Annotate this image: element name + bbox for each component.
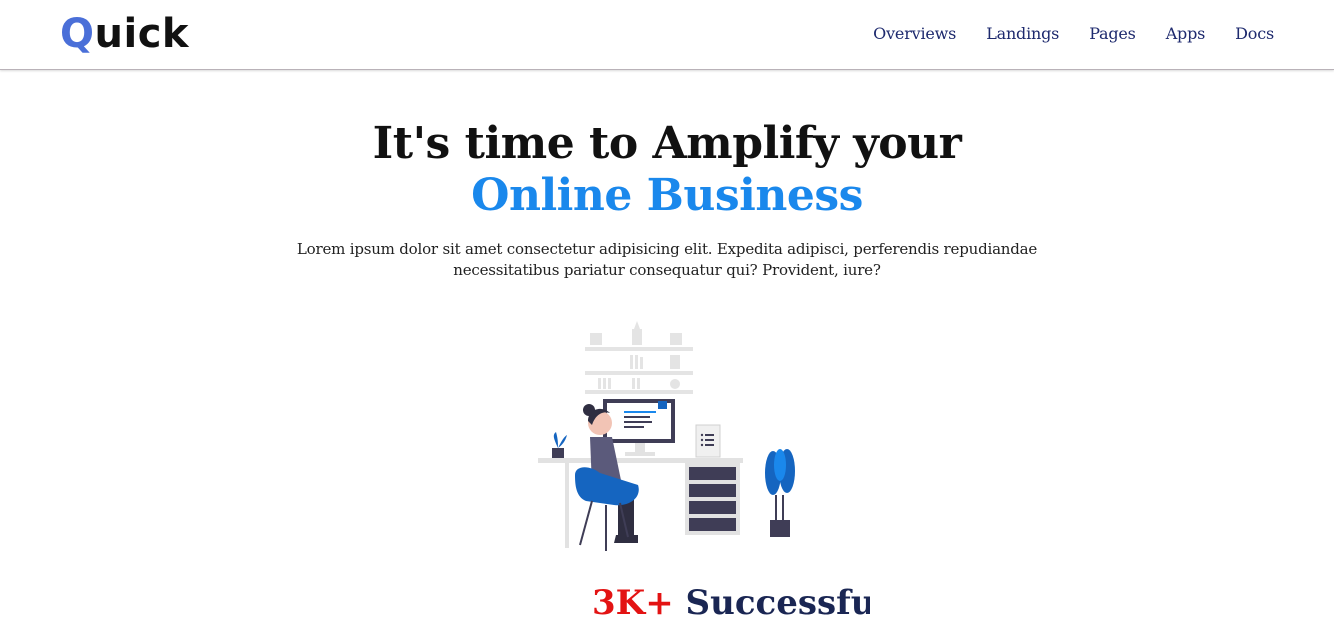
brand-logo-initial: Q (60, 11, 95, 57)
hero-title: It's time to Amplify your Online Busines… (0, 118, 1334, 222)
stats-number: 3K+ (592, 583, 674, 623)
nav-link-pages[interactable]: Pages (1089, 22, 1136, 46)
nav-link-overviews[interactable]: Overviews (873, 22, 956, 46)
hero-title-line1: It's time to Amplify your (372, 118, 962, 169)
hero-description: Lorem ipsum dolor sit amet consectetur a… (296, 240, 1038, 279)
person-working-at-desk-illustration (530, 315, 810, 560)
hero-title-accent: Online Business (471, 170, 863, 221)
nav-links: Overviews Landings Pages Apps Docs (873, 22, 1274, 46)
brand-logo-rest: uick (94, 11, 190, 57)
nav-link-docs[interactable]: Docs (1235, 22, 1274, 46)
navbar: Quick Overviews Landings Pages Apps Docs (0, 0, 1334, 70)
stats-label: Successfully (685, 583, 870, 623)
nav-link-apps[interactable]: Apps (1166, 22, 1206, 46)
brand-logo[interactable]: Quick (60, 10, 189, 58)
nav-link-landings[interactable]: Landings (986, 22, 1059, 46)
stats-heading: 3K+ Successfully (592, 582, 870, 627)
